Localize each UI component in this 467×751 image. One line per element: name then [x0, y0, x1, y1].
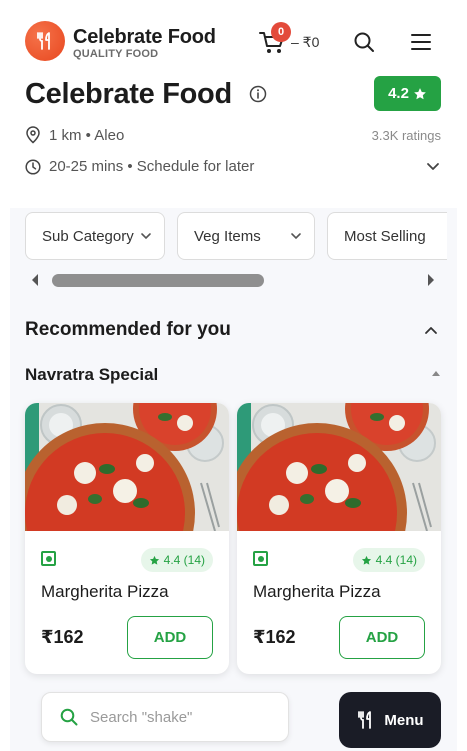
clock-icon	[25, 158, 41, 175]
location-row: 1 km • Aleo	[25, 126, 124, 144]
chevron-down-icon	[291, 233, 301, 240]
filter-veg-items[interactable]: Veg Items	[177, 212, 315, 260]
caret-up-icon[interactable]	[432, 371, 440, 376]
filter-sub-category[interactable]: Sub Category	[25, 212, 165, 260]
brand-logo[interactable]	[25, 21, 65, 61]
location-text: 1 km • Aleo	[49, 126, 125, 144]
item-rating-text: 4.4 (14)	[375, 553, 417, 567]
chevron-down-icon	[141, 233, 151, 240]
location-pin-icon	[26, 126, 40, 144]
item-name: Margherita Pizza	[41, 582, 169, 601]
filter-most-selling[interactable]: Most Selling	[327, 212, 447, 260]
star-icon	[361, 555, 371, 565]
product-card[interactable]: 4.4 (14) Margherita Pizza ₹162 ADD	[25, 403, 229, 674]
filter-label: Veg Items	[194, 227, 261, 245]
brand-title: Celebrate Food	[73, 26, 216, 48]
scrollbar-thumb[interactable]	[52, 274, 264, 287]
search-icon	[60, 708, 78, 726]
item-rating-badge: 4.4 (14)	[352, 548, 425, 572]
restaurant-rating-badge: 4.2	[374, 76, 441, 111]
item-price: ₹162	[41, 627, 84, 647]
top-header: Celebrate Food QUALITY FOOD 0 – ₹0	[0, 0, 467, 78]
filter-label: Sub Category	[42, 227, 134, 245]
cart-total[interactable]: – ₹0	[291, 34, 319, 51]
scroll-left-arrow-icon[interactable]	[31, 273, 39, 287]
ratings-count: 3.3K ratings	[371, 128, 441, 143]
item-price: ₹162	[253, 627, 296, 647]
cart-count-badge: 0	[271, 22, 291, 42]
search-icon[interactable]	[353, 31, 375, 53]
filter-label: Most Selling	[344, 227, 426, 245]
veg-indicator-icon	[41, 551, 56, 566]
product-card[interactable]: 4.4 (14) Margherita Pizza ₹162 ADD	[237, 403, 441, 674]
add-to-cart-button[interactable]: ADD	[127, 616, 213, 659]
delivery-time-text: 20-25 mins • Schedule for later	[49, 158, 255, 175]
subsection-title: Navratra Special	[25, 365, 159, 384]
horizontal-scrollbar[interactable]	[25, 268, 441, 292]
chevron-down-icon[interactable]	[425, 160, 441, 174]
fork-knife-icon	[358, 711, 372, 729]
info-icon[interactable]	[249, 85, 267, 103]
fork-knife-icon	[37, 32, 50, 50]
item-rating-badge: 4.4 (14)	[140, 548, 213, 572]
menu-button[interactable]: Menu	[339, 692, 441, 748]
menu-button-label: Menu	[384, 711, 424, 729]
restaurant-name: Celebrate Food	[25, 78, 232, 110]
delivery-time-row[interactable]: 20-25 mins • Schedule for later	[25, 158, 254, 175]
brand-tagline: QUALITY FOOD	[73, 48, 159, 60]
veg-indicator-icon	[253, 551, 268, 566]
star-icon	[414, 87, 426, 99]
hamburger-menu-icon[interactable]	[410, 33, 432, 51]
menu-search-bar[interactable]	[41, 692, 289, 742]
add-to-cart-button[interactable]: ADD	[339, 616, 425, 659]
pizza-image	[25, 403, 229, 531]
chevron-up-icon[interactable]	[423, 324, 439, 336]
search-input[interactable]	[90, 708, 270, 726]
star-icon	[149, 555, 159, 565]
scroll-right-arrow-icon[interactable]	[427, 273, 435, 287]
section-title: Recommended for you	[25, 319, 231, 340]
pizza-image	[237, 403, 441, 531]
item-rating-text: 4.4 (14)	[163, 553, 205, 567]
item-name: Margherita Pizza	[253, 582, 381, 601]
rating-value: 4.2	[388, 85, 409, 102]
